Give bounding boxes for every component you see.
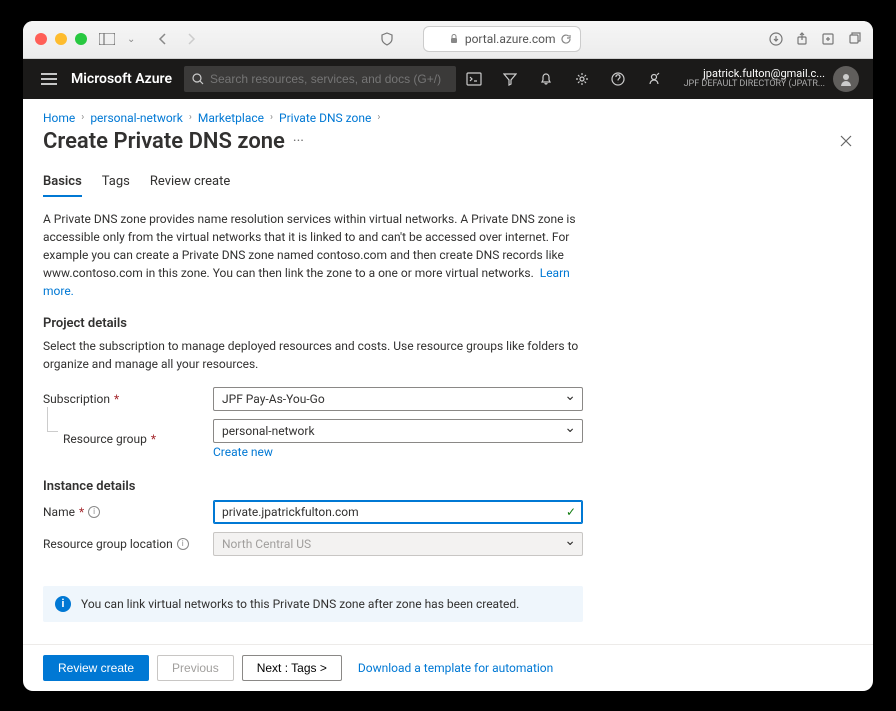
tab-tags[interactable]: Tags bbox=[102, 174, 130, 197]
tabs: Basics Tags Review create bbox=[23, 162, 873, 198]
subscription-select[interactable]: JPF Pay-As-You-Go bbox=[213, 387, 583, 411]
breadcrumb-item[interactable]: Private DNS zone bbox=[279, 111, 371, 125]
share-icon[interactable] bbox=[795, 32, 809, 46]
feedback-icon[interactable] bbox=[636, 59, 672, 99]
minimize-window-button[interactable] bbox=[55, 33, 67, 45]
chevron-right-icon: › bbox=[189, 112, 192, 123]
reload-icon[interactable] bbox=[560, 33, 572, 45]
project-details-desc: Select the subscription to manage deploy… bbox=[43, 337, 583, 373]
tab-basics[interactable]: Basics bbox=[43, 174, 82, 197]
tabs-icon[interactable] bbox=[847, 32, 861, 46]
previous-button: Previous bbox=[157, 655, 234, 681]
search-input[interactable] bbox=[210, 72, 448, 86]
instance-details-heading: Instance details bbox=[43, 479, 853, 494]
resource-group-select[interactable]: personal-network bbox=[213, 419, 583, 443]
download-template-link[interactable]: Download a template for automation bbox=[358, 661, 553, 675]
maximize-window-button[interactable] bbox=[75, 33, 87, 45]
breadcrumb-home[interactable]: Home bbox=[43, 111, 75, 125]
review-create-button[interactable]: Review create bbox=[43, 655, 149, 681]
download-icon[interactable] bbox=[769, 32, 783, 46]
traffic-lights bbox=[35, 33, 87, 45]
user-email: jpatrick.fulton@gmail.c... bbox=[684, 68, 825, 80]
lock-icon bbox=[449, 34, 459, 44]
user-menu[interactable]: jpatrick.fulton@gmail.c... JPF DEFAULT D… bbox=[672, 66, 865, 92]
url-text: portal.azure.com bbox=[465, 32, 556, 46]
subscription-label: Subscription* bbox=[43, 392, 213, 406]
chevron-right-icon: › bbox=[81, 112, 84, 123]
hamburger-menu-icon[interactable] bbox=[31, 73, 67, 85]
info-icon[interactable]: i bbox=[88, 506, 100, 518]
chevron-right-icon: › bbox=[270, 112, 273, 123]
sidebar-toggle-icon[interactable] bbox=[95, 28, 119, 50]
breadcrumb: Home › personal-network › Marketplace › … bbox=[23, 99, 873, 129]
shield-icon[interactable] bbox=[375, 28, 399, 50]
browser-window: ⌄ portal.azure.com bbox=[23, 21, 873, 691]
forward-button[interactable] bbox=[179, 28, 203, 50]
location-label: Resource group location i bbox=[43, 537, 213, 551]
back-button[interactable] bbox=[151, 28, 175, 50]
directories-filter-icon[interactable] bbox=[492, 59, 528, 99]
settings-icon[interactable] bbox=[564, 59, 600, 99]
new-tab-icon[interactable] bbox=[821, 32, 835, 46]
create-new-link[interactable]: Create new bbox=[213, 445, 273, 459]
notifications-icon[interactable] bbox=[528, 59, 564, 99]
project-details-heading: Project details bbox=[43, 316, 853, 331]
more-actions-icon[interactable]: ··· bbox=[293, 133, 304, 149]
close-window-button[interactable] bbox=[35, 33, 47, 45]
info-icon: i bbox=[55, 596, 71, 612]
azure-header: Microsoft Azure bbox=[23, 59, 873, 99]
breadcrumb-item[interactable]: Marketplace bbox=[198, 111, 264, 125]
avatar bbox=[833, 66, 859, 92]
name-input[interactable]: private.jpatrickfulton.com bbox=[213, 500, 583, 524]
name-label: Name* i bbox=[43, 505, 213, 519]
chevron-down-icon[interactable]: ⌄ bbox=[127, 34, 135, 45]
chevron-right-icon: › bbox=[377, 112, 380, 123]
browser-titlebar: ⌄ portal.azure.com bbox=[23, 21, 873, 59]
address-bar[interactable]: portal.azure.com bbox=[423, 26, 581, 52]
global-search[interactable] bbox=[184, 66, 456, 92]
intro-text: A Private DNS zone provides name resolut… bbox=[43, 210, 583, 300]
search-icon bbox=[192, 73, 204, 85]
location-select: North Central US bbox=[213, 532, 583, 556]
next-button[interactable]: Next : Tags > bbox=[242, 655, 342, 681]
info-message-box: i You can link virtual networks to this … bbox=[43, 586, 583, 622]
resource-group-label: Resource group* bbox=[63, 432, 213, 446]
cloud-shell-icon[interactable] bbox=[456, 59, 492, 99]
breadcrumb-item[interactable]: personal-network bbox=[90, 111, 183, 125]
tab-review-create[interactable]: Review create bbox=[150, 174, 230, 197]
info-message-text: You can link virtual networks to this Pr… bbox=[81, 597, 519, 611]
user-directory: JPF DEFAULT DIRECTORY (JPATR... bbox=[684, 80, 825, 90]
brand-label[interactable]: Microsoft Azure bbox=[67, 71, 184, 87]
page-title: Create Private DNS zone bbox=[43, 129, 285, 154]
help-icon[interactable] bbox=[600, 59, 636, 99]
info-icon[interactable]: i bbox=[177, 538, 189, 550]
close-blade-button[interactable] bbox=[839, 134, 853, 148]
footer: Review create Previous Next : Tags > Dow… bbox=[23, 644, 873, 691]
